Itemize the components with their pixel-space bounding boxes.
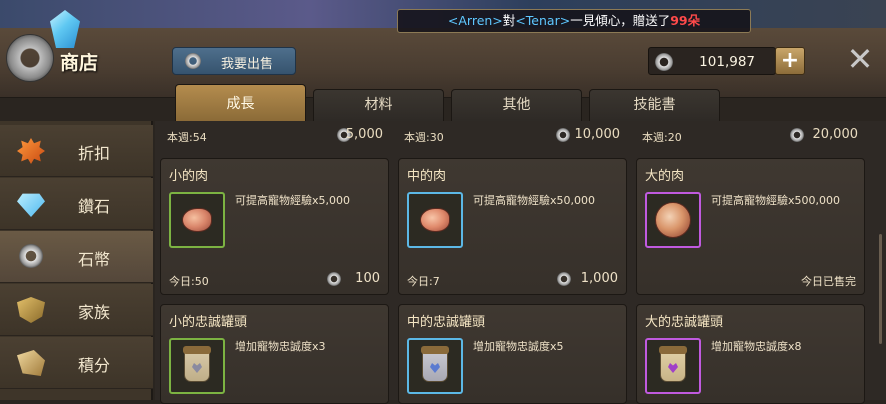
sidebar-item-label: 折扣	[78, 144, 111, 163]
item-description: 可提高寵物經驗x500,000	[711, 194, 840, 207]
weekly-limit-label: 本週:54	[167, 131, 207, 144]
item-name: 小的忠誠罐頭	[169, 315, 248, 330]
sidebar-item-label: 積分	[78, 356, 111, 375]
close-icon[interactable]: ✕	[845, 43, 875, 75]
daily-limit-label: 今日:7	[407, 275, 440, 288]
item-price: 1,000	[580, 271, 618, 286]
stone-coin-icon	[185, 53, 201, 69]
weekly-limit-row: 本週:54 5,000	[167, 123, 383, 147]
item-name: 中的肉	[407, 169, 447, 184]
medium-meat-icon	[420, 208, 450, 232]
guild-icon	[17, 297, 45, 323]
sold-out-label: 今日已售完	[801, 275, 856, 288]
shop-item-card[interactable]: 小的肉 可提高寵物經驗x5,000 今日:50 100	[160, 158, 389, 295]
heart-icon	[430, 363, 440, 373]
notice-text-1: 對	[502, 13, 516, 28]
item-name: 中的忠誠罐頭	[407, 315, 486, 330]
sidebar-item-label: 家族	[78, 303, 111, 322]
weekly-limit-row: 本週:30 10,000	[404, 123, 620, 147]
category-sidebar: 折扣 鑽石 石幣 家族 積分	[0, 121, 153, 400]
stone-coin-icon	[19, 244, 43, 268]
shop-item-card[interactable]: 大的肉 可提高寵物經驗x500,000 今日已售完	[636, 158, 865, 295]
broadcast-notice: <Arren>對<Tenar>一見傾心，贈送了99朵	[397, 9, 751, 33]
item-icon-frame	[407, 338, 463, 394]
loyalty-can-icon	[183, 346, 211, 382]
item-description: 可提高寵物經驗x50,000	[473, 194, 595, 207]
stone-coin-icon	[327, 272, 341, 286]
content-scrollbar[interactable]	[879, 234, 882, 344]
item-price: 10,000	[574, 127, 621, 142]
notice-highlight: 99朵	[670, 13, 701, 28]
heart-icon	[192, 363, 202, 373]
add-currency-button[interactable]: +	[775, 47, 805, 75]
notice-sender: <Arren>	[447, 13, 503, 28]
shop-item-card[interactable]: 小的忠誠罐頭 增加寵物忠誠度x3	[160, 304, 389, 404]
sidebar-item-discount[interactable]: 折扣	[0, 125, 153, 177]
weekly-limit-row: 本週:20 20,000	[642, 123, 858, 147]
shop-item-card[interactable]: 大的忠誠罐頭 增加寵物忠誠度x8	[636, 304, 865, 404]
sidebar-item-diamond[interactable]: 鑽石	[0, 178, 153, 230]
heart-icon	[668, 363, 678, 373]
item-price: 100	[355, 271, 380, 286]
item-name: 小的肉	[169, 169, 209, 184]
loyalty-can-icon	[659, 346, 687, 382]
stone-coin-icon	[790, 128, 804, 142]
weekly-limit-label: 本週:30	[404, 131, 444, 144]
item-description: 增加寵物忠誠度x8	[711, 340, 802, 353]
notice-text-2: 一見傾心，贈送了	[570, 13, 671, 28]
loyalty-can-icon	[421, 346, 449, 382]
notice-receiver: <Tenar>	[515, 13, 571, 28]
sidebar-item-label: 鑽石	[78, 197, 111, 216]
page-title: 商店	[60, 52, 99, 74]
item-description: 增加寵物忠誠度x5	[473, 340, 564, 353]
daily-limit-label: 今日:50	[169, 275, 209, 288]
item-description: 增加寵物忠誠度x3	[235, 340, 326, 353]
diamond-icon	[17, 193, 45, 217]
item-icon-frame	[645, 338, 701, 394]
balance-value: 101,987	[699, 54, 755, 70]
shop-item-card[interactable]: 中的肉 可提高寵物經驗x50,000 今日:7 1,000	[398, 158, 627, 295]
tab-growth[interactable]: 成長	[175, 84, 306, 122]
sell-button-label: 我要出售	[221, 57, 274, 72]
currency-balance: 101,987	[648, 47, 776, 75]
stone-coin-icon	[556, 128, 570, 142]
sidebar-item-guild[interactable]: 家族	[0, 284, 153, 336]
item-icon-frame	[645, 192, 701, 248]
item-description: 可提高寵物經驗x5,000	[235, 194, 350, 207]
stone-coin-icon	[557, 272, 571, 286]
item-icon-frame	[169, 338, 225, 394]
stone-ring-icon	[6, 34, 54, 82]
item-price: 20,000	[812, 127, 859, 142]
sidebar-item-stone-coin[interactable]: 石幣	[0, 231, 153, 283]
tab-skill-books[interactable]: 技能書	[589, 89, 720, 121]
stone-coin-icon	[655, 53, 673, 71]
shop-item-grid: 本週:54 5,000 本週:30 10,000 本週:20 20,000 小的…	[155, 121, 886, 404]
large-meat-icon	[655, 202, 691, 238]
tab-other[interactable]: 其他	[451, 89, 582, 121]
item-name: 大的忠誠罐頭	[645, 315, 724, 330]
tab-materials[interactable]: 材料	[313, 89, 444, 121]
small-meat-icon	[182, 208, 212, 232]
item-price: 5,000	[345, 127, 383, 142]
sell-button[interactable]: 我要出售	[172, 47, 296, 75]
item-name: 大的肉	[645, 169, 685, 184]
sidebar-item-label: 石幣	[78, 250, 111, 269]
sidebar-item-points[interactable]: 積分	[0, 337, 153, 389]
sale-icon	[17, 138, 45, 164]
weekly-limit-label: 本週:20	[642, 131, 682, 144]
item-icon-frame	[169, 192, 225, 248]
points-icon	[17, 350, 45, 376]
shop-item-card[interactable]: 中的忠誠罐頭 增加寵物忠誠度x5	[398, 304, 627, 404]
item-icon-frame	[407, 192, 463, 248]
